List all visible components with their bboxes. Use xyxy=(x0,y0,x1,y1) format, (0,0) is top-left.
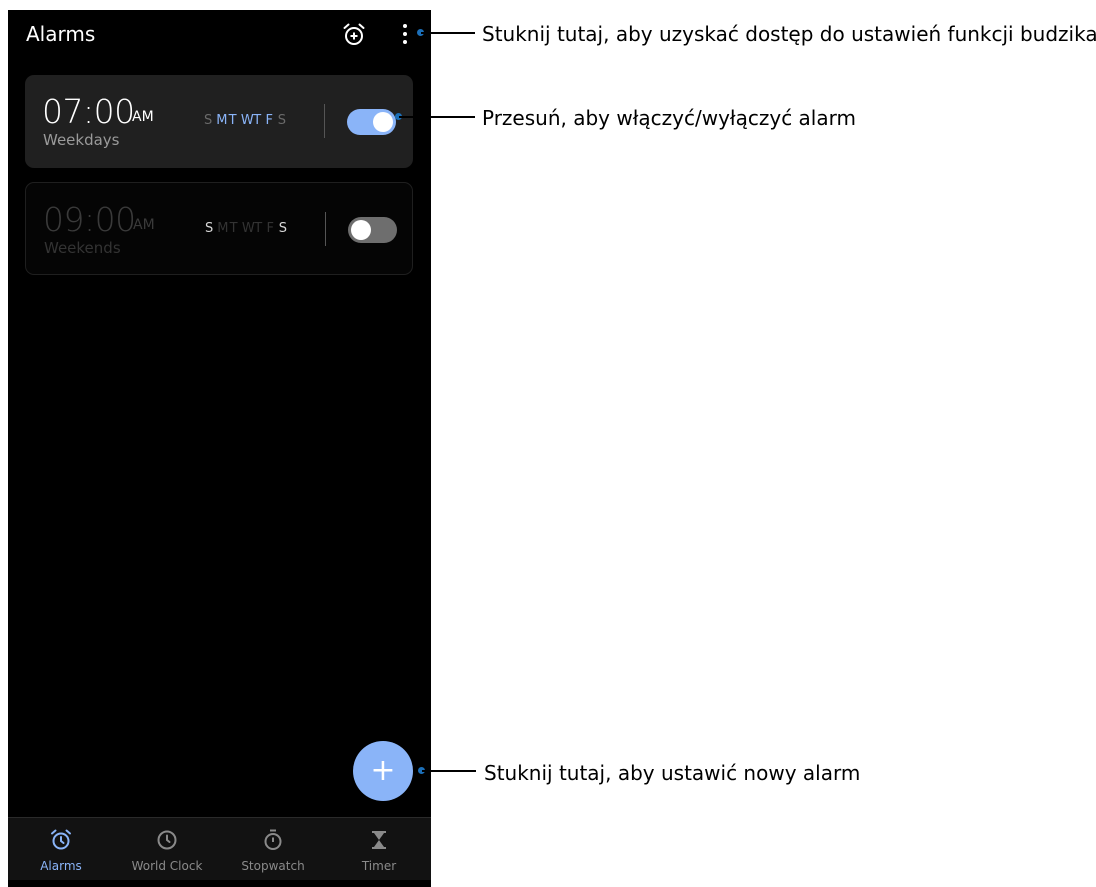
day-letter: F xyxy=(266,221,274,236)
app-title: Alarms xyxy=(26,22,96,46)
clock-icon xyxy=(155,828,179,852)
day-letter: T xyxy=(229,221,238,236)
day-letter: W xyxy=(240,113,254,128)
day-letter: S xyxy=(204,113,213,128)
alarm-label: Weekends xyxy=(44,239,121,257)
plus-icon: + xyxy=(370,753,396,788)
tab-stopwatch[interactable]: Stopwatch xyxy=(220,818,326,880)
callout-new-alarm: Stuknij tutaj, aby ustawić nowy alarm xyxy=(484,761,861,785)
app-bar: Alarms xyxy=(8,10,431,58)
tab-label: Stopwatch xyxy=(241,859,305,873)
toggle-knob xyxy=(373,112,393,132)
stopwatch-icon xyxy=(261,828,285,852)
tab-label: Alarms xyxy=(40,859,82,873)
add-alarm-button[interactable]: + xyxy=(353,741,413,801)
tab-alarms[interactable]: Alarms xyxy=(8,818,114,880)
day-letter: M xyxy=(216,113,228,128)
alarm-days: S MT WT F S xyxy=(204,113,290,128)
day-letter: S xyxy=(277,113,287,128)
toggle-knob xyxy=(351,220,371,240)
divider xyxy=(325,212,326,246)
callout-line xyxy=(421,32,475,34)
divider xyxy=(324,104,325,138)
alarm-ampm: AM xyxy=(133,217,155,233)
day-letter: T xyxy=(228,113,237,128)
tab-label: World Clock xyxy=(131,859,203,873)
callout-toggle: Przesuń, aby włączyć/wyłączyć alarm xyxy=(482,106,856,130)
alarm-toggle[interactable] xyxy=(347,109,396,135)
day-letter: F xyxy=(265,113,273,128)
alarm-card[interactable]: 09:00 AM Weekends S MT WT F S xyxy=(25,182,413,275)
callout-settings: Stuknij tutaj, aby uzyskać dostęp do ust… xyxy=(482,22,1096,46)
bottom-nav: Alarms World Clock Stopwatch Timer xyxy=(8,817,431,880)
alarm-toggle[interactable] xyxy=(348,217,397,243)
day-letter: T xyxy=(253,113,262,128)
day-letter: T xyxy=(254,221,263,236)
tab-world-clock[interactable]: World Clock xyxy=(114,818,220,880)
alarm-days: S MT WT F S xyxy=(205,221,291,236)
alarm-time: 09:00 xyxy=(43,200,136,239)
alarm-card[interactable]: 07:00 AM Weekdays S MT WT F S xyxy=(25,75,413,168)
day-letter: S xyxy=(278,221,288,236)
day-letter: M xyxy=(217,221,229,236)
tab-timer[interactable]: Timer xyxy=(326,818,431,880)
callout-line xyxy=(422,770,476,772)
phone-screen: Alarms 07:00 AM Weekdays S MT WT F S 09:00 A… xyxy=(8,10,431,887)
alarm-add-icon[interactable] xyxy=(341,22,367,48)
alarm-ampm: AM xyxy=(132,109,154,125)
hourglass-icon xyxy=(367,828,391,852)
day-letter: S xyxy=(205,221,214,236)
callout-line xyxy=(399,116,475,118)
more-vert-icon[interactable] xyxy=(397,21,413,47)
alarm-time: 07:00 xyxy=(42,92,135,131)
tab-label: Timer xyxy=(361,859,397,873)
day-letter: W xyxy=(241,221,255,236)
alarm-label: Weekdays xyxy=(43,131,120,149)
alarm-icon xyxy=(49,828,73,852)
